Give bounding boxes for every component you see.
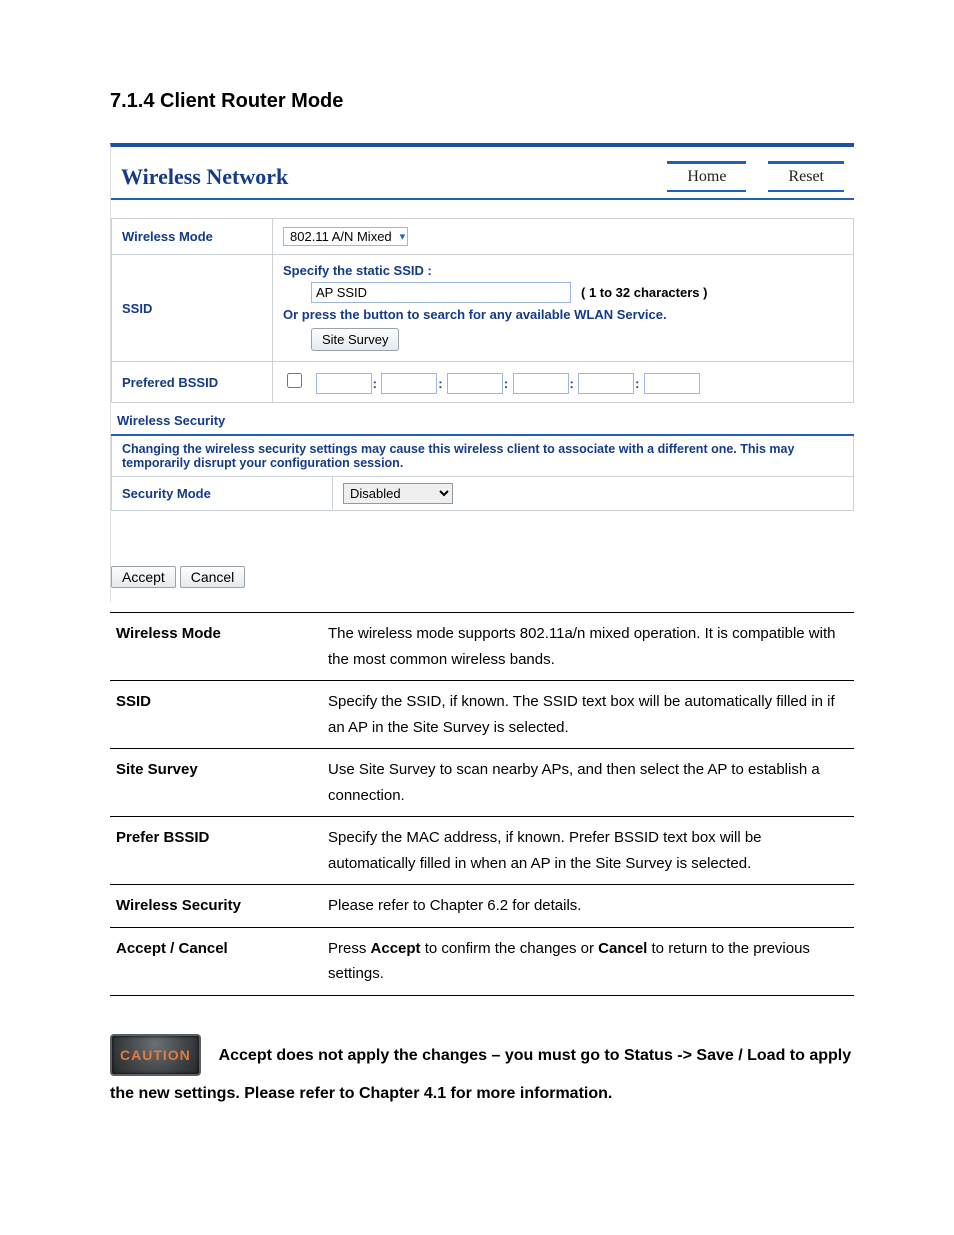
desc-value: Use Site Survey to scan nearby APs, and … <box>322 749 854 817</box>
wireless-mode-value: 802.11 A/N Mixed <box>290 229 392 244</box>
desc-value: Specify the MAC address, if known. Prefe… <box>322 817 854 885</box>
home-link[interactable]: Home <box>667 161 746 192</box>
ssid-hint: ( 1 to 32 characters ) <box>581 285 707 300</box>
panel-title: Wireless Network <box>121 164 667 190</box>
wireless-mode-select[interactable]: 802.11 A/N Mixed ▾ <box>283 227 408 246</box>
desc-key: Prefer BSSID <box>110 817 322 885</box>
bssid-octet-4[interactable] <box>513 373 569 394</box>
table-row: Site SurveyUse Site Survey to scan nearb… <box>110 749 854 817</box>
wireless-settings-table: Wireless Mode 802.11 A/N Mixed ▾ SSID Sp… <box>111 218 854 403</box>
description-table: Wireless ModeThe wireless mode supports … <box>110 612 854 996</box>
caution-icon: CAUTION <box>110 1034 201 1077</box>
ssid-label: SSID <box>112 255 273 362</box>
wireless-security-subhead: Wireless Security <box>117 413 854 428</box>
security-mode-label: Security Mode <box>112 477 333 511</box>
bssid-octet-1[interactable] <box>316 373 372 394</box>
desc-value: Press Accept to confirm the changes or C… <box>322 927 854 995</box>
table-row: Wireless ModeThe wireless mode supports … <box>110 613 854 681</box>
ssid-search-text: Or press the button to search for any av… <box>283 307 843 322</box>
desc-value: Please refer to Chapter 6.2 for details. <box>322 885 854 928</box>
security-warning: Changing the wireless security settings … <box>122 442 843 470</box>
security-mode-select[interactable]: Disabled <box>343 483 453 504</box>
bssid-octet-3[interactable] <box>447 373 503 394</box>
table-row: Wireless SecurityPlease refer to Chapter… <box>110 885 854 928</box>
bssid-octet-5[interactable] <box>578 373 634 394</box>
prefered-bssid-label: Prefered BSSID <box>112 362 273 403</box>
bssid-octet-2[interactable] <box>381 373 437 394</box>
desc-value: Specify the SSID, if known. The SSID tex… <box>322 681 854 749</box>
chevron-down-icon: ▾ <box>392 230 406 243</box>
caution-text: Accept does not apply the changes – you … <box>110 1047 851 1103</box>
desc-key: Accept / Cancel <box>110 927 322 995</box>
ssid-input[interactable] <box>311 282 571 303</box>
site-survey-button[interactable]: Site Survey <box>311 328 399 351</box>
bssid-octet-6[interactable] <box>644 373 700 394</box>
desc-key: Wireless Mode <box>110 613 322 681</box>
section-heading: 7.1.4 Client Router Mode <box>110 90 854 113</box>
config-panel: Wireless Network Home Reset Wireless Mod… <box>110 143 854 602</box>
cancel-button[interactable]: Cancel <box>180 566 246 588</box>
desc-key: Site Survey <box>110 749 322 817</box>
ssid-static-text: Specify the static SSID : <box>283 263 843 278</box>
desc-value: The wireless mode supports 802.11a/n mix… <box>322 613 854 681</box>
wireless-mode-label: Wireless Mode <box>112 219 273 255</box>
reset-link[interactable]: Reset <box>768 161 844 192</box>
wireless-security-table: Changing the wireless security settings … <box>111 434 854 511</box>
table-row: SSIDSpecify the SSID, if known. The SSID… <box>110 681 854 749</box>
table-row: Prefer BSSIDSpecify the MAC address, if … <box>110 817 854 885</box>
table-row: Accept / CancelPress Accept to confirm t… <box>110 927 854 995</box>
desc-key: Wireless Security <box>110 885 322 928</box>
caution-note: CAUTION Accept does not apply the change… <box>110 1034 854 1112</box>
prefered-bssid-checkbox[interactable] <box>287 373 302 388</box>
accept-button[interactable]: Accept <box>111 566 176 588</box>
desc-key: SSID <box>110 681 322 749</box>
